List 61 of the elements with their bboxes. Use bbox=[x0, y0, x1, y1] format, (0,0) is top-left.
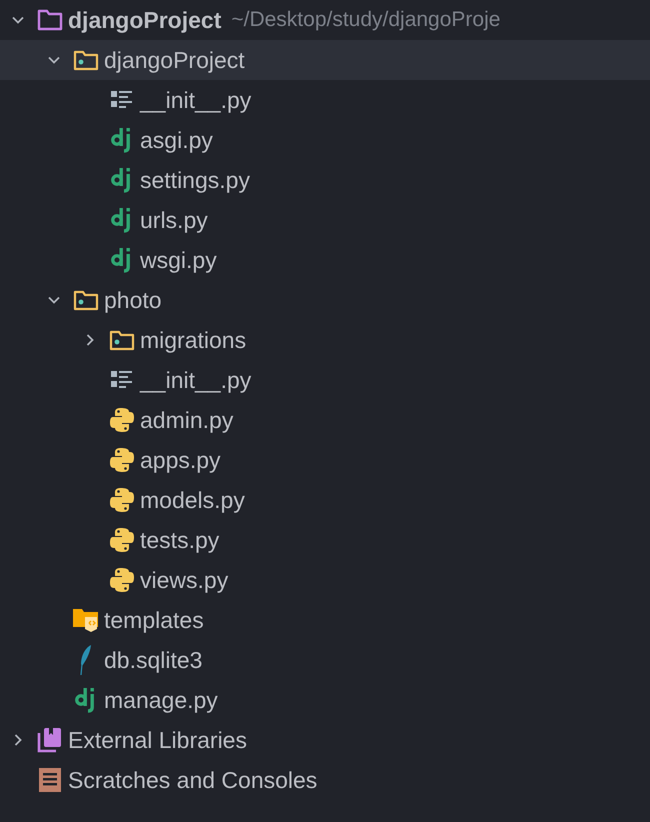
tree-row[interactable]: __init__.py bbox=[0, 360, 650, 400]
tree-row[interactable]: djangoProject ~/Desktop/study/djangoProje bbox=[0, 0, 650, 40]
folder-icon bbox=[72, 607, 100, 633]
letter-mark-icon bbox=[111, 247, 133, 273]
tree-row[interactable]: models.py bbox=[0, 480, 650, 520]
item-label: External Libraries bbox=[68, 726, 247, 754]
tree-row[interactable]: __init__.py bbox=[0, 80, 650, 120]
folder-icon bbox=[73, 289, 99, 311]
item-label: Scratches and Consoles bbox=[68, 766, 318, 794]
tree-row[interactable]: photo bbox=[0, 280, 650, 320]
tree-row[interactable]: manage.py bbox=[0, 680, 650, 720]
item-label: admin.py bbox=[140, 406, 234, 434]
item-label: manage.py bbox=[104, 686, 218, 714]
item-label: settings.py bbox=[140, 166, 250, 194]
tree-row[interactable]: urls.py bbox=[0, 200, 650, 240]
item-label: djangoProject bbox=[68, 6, 222, 34]
item-label: photo bbox=[104, 286, 162, 314]
python-icon bbox=[109, 567, 135, 593]
list-icon bbox=[110, 369, 134, 391]
tree-row[interactable]: Scratches and Consoles bbox=[0, 760, 650, 800]
folder-icon bbox=[37, 9, 63, 31]
item-label: asgi.py bbox=[140, 126, 213, 154]
tree-row[interactable]: tests.py bbox=[0, 520, 650, 560]
tree-row[interactable]: templates bbox=[0, 600, 650, 640]
item-label: migrations bbox=[140, 326, 246, 354]
item-label: db.sqlite3 bbox=[104, 646, 202, 674]
python-icon bbox=[109, 487, 135, 513]
project-path: ~/Desktop/study/djangoProje bbox=[231, 8, 500, 32]
item-label: djangoProject bbox=[104, 46, 245, 74]
tree-row[interactable]: db.sqlite3 bbox=[0, 640, 650, 680]
item-label: models.py bbox=[140, 486, 245, 514]
item-label: templates bbox=[104, 606, 204, 634]
tree-row[interactable]: External Libraries bbox=[0, 720, 650, 760]
letter-mark-icon bbox=[111, 127, 133, 153]
letter-mark-icon bbox=[111, 207, 133, 233]
feather-icon bbox=[79, 644, 93, 676]
tree-row[interactable]: admin.py bbox=[0, 400, 650, 440]
item-label: wsgi.py bbox=[140, 246, 217, 274]
library-icon bbox=[37, 727, 63, 753]
folder-icon bbox=[73, 49, 99, 71]
scratch-file-icon bbox=[38, 767, 62, 793]
item-label: tests.py bbox=[140, 526, 220, 554]
item-label: urls.py bbox=[140, 206, 208, 234]
python-icon bbox=[109, 527, 135, 553]
tree-row[interactable]: apps.py bbox=[0, 440, 650, 480]
folder-icon bbox=[109, 329, 135, 351]
python-icon bbox=[109, 407, 135, 433]
item-label: apps.py bbox=[140, 446, 221, 474]
tree-row[interactable]: djangoProject bbox=[0, 40, 650, 80]
letter-mark-icon bbox=[111, 167, 133, 193]
python-icon bbox=[109, 447, 135, 473]
tree-row[interactable]: migrations bbox=[0, 320, 650, 360]
tree-row[interactable]: views.py bbox=[0, 560, 650, 600]
list-icon bbox=[110, 89, 134, 111]
letter-mark-icon bbox=[75, 687, 97, 713]
tree-row[interactable]: asgi.py bbox=[0, 120, 650, 160]
tree-row[interactable]: settings.py bbox=[0, 160, 650, 200]
item-label: views.py bbox=[140, 566, 228, 594]
item-label: __init__.py bbox=[140, 366, 252, 394]
tree-row[interactable]: wsgi.py bbox=[0, 240, 650, 280]
item-label: __init__.py bbox=[140, 86, 252, 114]
